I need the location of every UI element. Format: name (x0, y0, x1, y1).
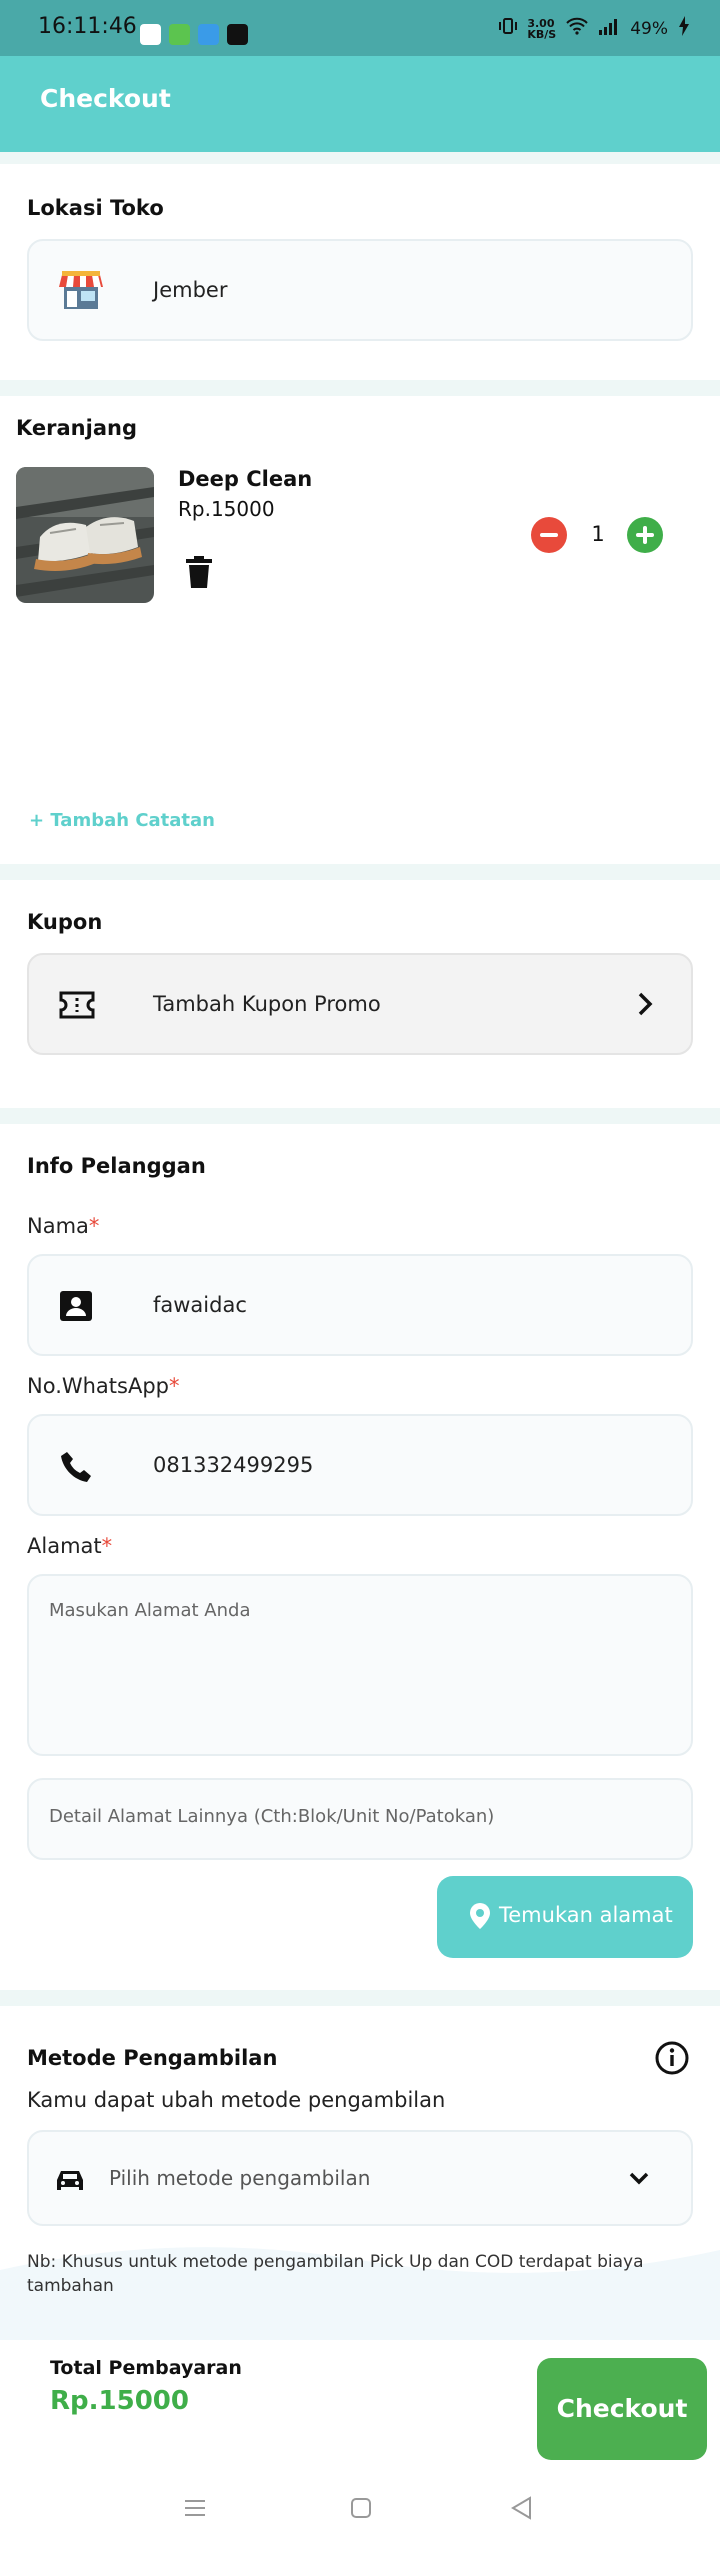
contact-card-icon (59, 1290, 93, 1326)
quantity-value: 1 (591, 522, 605, 546)
chevron-right-icon (637, 992, 653, 1020)
name-input[interactable]: fawaidac (153, 1293, 247, 1317)
pickup-method-placeholder: Pilih metode pengambilan (109, 2166, 371, 2190)
section-divider (0, 380, 720, 396)
phone-label: No.WhatsApp* (27, 1374, 180, 1398)
pickup-note: Nb: Khusus untuk metode pengambilan Pick… (27, 2252, 644, 2296)
vibrate-icon (499, 16, 518, 41)
app-bar: Checkout (0, 56, 720, 152)
delete-icon[interactable] (186, 556, 212, 592)
page-title: Checkout (40, 84, 171, 113)
store-section-title: Lokasi Toko (27, 196, 164, 220)
chevron-down-icon (629, 2170, 649, 2189)
find-address-label: Temukan alamat (499, 1903, 673, 1927)
name-label: Nama* (27, 1214, 100, 1238)
add-note-link[interactable]: + Tambah Catatan (29, 810, 215, 831)
wifi-icon (566, 17, 588, 40)
notification-icons (140, 24, 248, 45)
network-speed: 3.00 KB/S (527, 16, 557, 41)
address-placeholder: Masukan Alamat Anda (49, 1600, 251, 1621)
back-icon[interactable] (510, 2496, 532, 2524)
coupon-label: Tambah Kupon Promo (153, 992, 381, 1016)
phone-input[interactable]: 081332499295 (153, 1453, 313, 1477)
section-divider (0, 864, 720, 880)
location-pin-icon (469, 1902, 491, 1934)
recent-apps-icon[interactable] (184, 2498, 206, 2522)
coupon-section-title: Kupon (27, 910, 103, 934)
increase-quantity-button[interactable] (627, 517, 663, 553)
battery-level: 49% (630, 18, 668, 39)
address-detail-input[interactable]: Detail Alamat Lainnya (Cth:Blok/Unit No/… (27, 1778, 693, 1860)
name-field[interactable]: fawaidac (27, 1254, 693, 1356)
phone-field[interactable]: 081332499295 (27, 1414, 693, 1516)
app-notification-icon (198, 24, 219, 45)
status-right: 3.00 KB/S 49% (499, 16, 690, 41)
address-label: Alamat* (27, 1534, 113, 1558)
coupon-card[interactable]: Tambah Kupon Promo (27, 953, 693, 1055)
checkout-button[interactable]: Checkout (537, 2358, 707, 2460)
total-value: Rp.15000 (50, 2386, 189, 2416)
pickup-section-title: Metode Pengambilan (27, 2046, 278, 2070)
section-divider (0, 152, 720, 164)
address-textarea[interactable]: Masukan Alamat Anda (27, 1574, 693, 1756)
coupon-ticket-icon (59, 991, 95, 1023)
status-time: 16:11:46 (38, 14, 137, 39)
signal-icon (598, 17, 620, 40)
status-bar: 16:11:46 3.00 KB/S 49% (0, 0, 720, 56)
address-detail-placeholder: Detail Alamat Lainnya (Cth:Blok/Unit No/… (49, 1806, 495, 1827)
customer-section-title: Info Pelanggan (27, 1154, 206, 1178)
system-nav-bar (0, 2470, 720, 2550)
store-location-card[interactable]: Jember (27, 239, 693, 341)
section-divider (0, 1108, 720, 1124)
store-location-text: Jember (153, 278, 228, 302)
section-divider (0, 1990, 720, 2006)
product-image (16, 467, 154, 603)
product-price: Rp.15000 (178, 497, 275, 521)
phone-icon (59, 1450, 93, 1488)
youtube-icon (227, 24, 248, 45)
decrease-quantity-button[interactable] (531, 517, 567, 553)
charging-icon (678, 16, 690, 41)
pickup-subtitle: Kamu dapat ubah metode pengambilan (27, 2088, 446, 2112)
store-icon (59, 269, 103, 315)
app-notification-icon (169, 24, 190, 45)
checkout-bar: Total Pembayaran Rp.15000 Checkout (0, 2340, 720, 2470)
info-icon[interactable] (654, 2040, 690, 2080)
cart-section-title: Keranjang (16, 416, 137, 440)
home-icon[interactable] (350, 2497, 372, 2523)
product-name: Deep Clean (178, 467, 313, 491)
pickup-method-select[interactable]: Pilih metode pengambilan (27, 2130, 693, 2226)
find-address-button[interactable]: Temukan alamat (437, 1876, 693, 1958)
total-label: Total Pembayaran (50, 2357, 242, 2379)
car-icon (57, 2168, 83, 2196)
app-notification-icon (140, 24, 161, 45)
